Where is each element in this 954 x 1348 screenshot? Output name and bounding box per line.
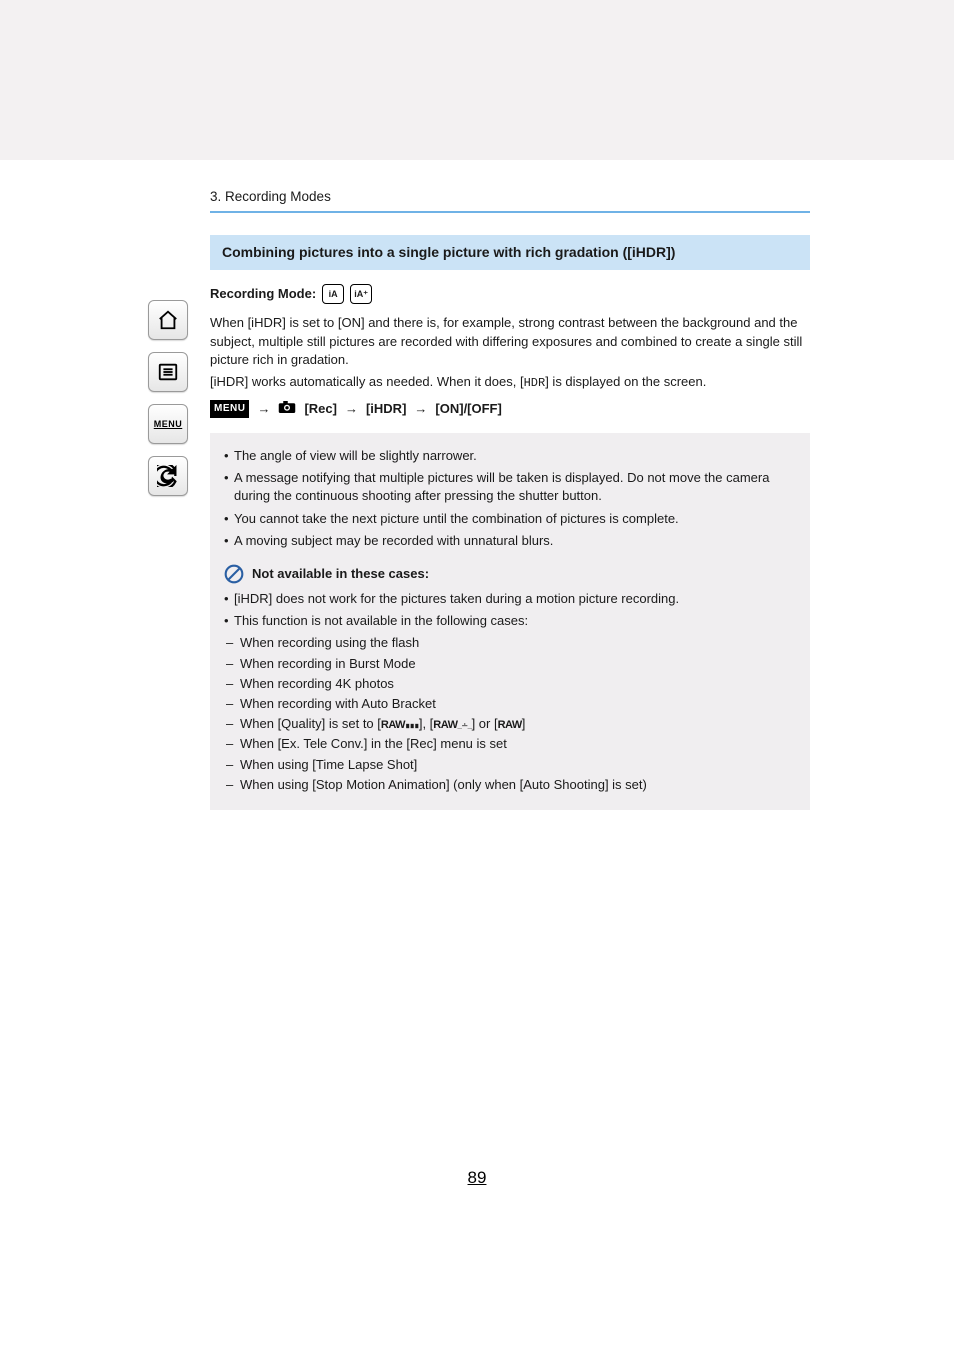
na-subitem: When recording with Auto Bracket: [226, 695, 796, 713]
section-divider: [210, 211, 810, 213]
menu-onoff: [ON]/[OFF]: [435, 400, 501, 418]
na-subitem: When using [Stop Motion Animation] (only…: [226, 776, 796, 794]
menu-rec: [Rec]: [304, 400, 337, 418]
top-background-band: [0, 0, 954, 160]
recording-mode-label: Recording Mode:: [210, 285, 316, 303]
na-subitem: When using [Time Lapse Shot]: [226, 756, 796, 774]
arrow-icon: →: [414, 400, 427, 418]
not-available-sublist: When recording using the flash When reco…: [224, 634, 796, 794]
na-subitem: When recording in Burst Mode: [226, 655, 796, 673]
intro-paragraph-1: When [iHDR] is set to [ON] and there is,…: [210, 314, 810, 369]
section-heading: Combining pictures into a single picture…: [210, 235, 810, 271]
quality-mid1: ], [: [419, 716, 433, 731]
intro-p2-b: ] is displayed on the screen.: [545, 374, 706, 389]
na-bullet: This function is not available in the fo…: [224, 612, 796, 630]
quality-suffix: ]: [522, 716, 526, 731]
na-subitem-quality: When [Quality] is set to [RAW∎∎∎], [RAW_…: [226, 715, 796, 733]
note-item: The angle of view will be slightly narro…: [224, 447, 796, 465]
toc-icon: [157, 361, 179, 383]
menu-icon: MENU: [154, 419, 183, 429]
quality-prefix: When [Quality] is set to [: [240, 716, 381, 731]
note-item: A message notifying that multiple pictur…: [224, 469, 796, 505]
side-nav: MENU: [148, 300, 192, 508]
arrow-icon: →: [257, 400, 270, 418]
notes-list: The angle of view will be slightly narro…: [224, 447, 796, 550]
intro-p2-a: [iHDR] works automatically as needed. Wh…: [210, 374, 524, 389]
home-icon: [157, 309, 179, 331]
na-subitem: When recording 4K photos: [226, 675, 796, 693]
prohibit-icon: [224, 564, 244, 584]
contents-button[interactable]: [148, 352, 188, 392]
na-subitem: When [Ex. Tele Conv.] in the [Rec] menu …: [226, 735, 796, 753]
not-available-header: Not available in these cases:: [224, 564, 796, 584]
arrow-icon: →: [345, 400, 358, 418]
hdr-glyph: HDR: [524, 376, 546, 390]
note-item: You cannot take the next picture until t…: [224, 510, 796, 528]
not-available-title: Not available in these cases:: [252, 565, 429, 583]
na-subitem: When recording using the flash: [226, 634, 796, 652]
menu-button[interactable]: MENU: [148, 404, 188, 444]
menu-badge: MENU: [210, 400, 249, 418]
mode-icon-ia: iA: [322, 284, 344, 304]
intro-paragraph-2: [iHDR] works automatically as needed. Wh…: [210, 373, 810, 392]
raw-glyph-3: RAW: [498, 719, 522, 731]
notes-box: The angle of view will be slightly narro…: [210, 433, 810, 810]
page-number[interactable]: 89: [0, 1168, 954, 1188]
mode-icon-ia-plus: iA⁺: [350, 284, 372, 304]
camera-icon: [278, 400, 296, 419]
recording-mode-row: Recording Mode: iA iA⁺: [210, 284, 810, 304]
breadcrumb: 3. Recording Modes: [210, 188, 810, 207]
menu-path: MENU → [Rec] → [iHDR] → [ON]/[OFF]: [210, 400, 810, 419]
home-button[interactable]: [148, 300, 188, 340]
na-bullet: [iHDR] does not work for the pictures ta…: [224, 590, 796, 608]
back-icon: [157, 465, 179, 487]
back-button[interactable]: [148, 456, 188, 496]
raw-glyph-2: RAW_∸_: [433, 719, 471, 731]
raw-glyph-1: RAW∎∎∎: [381, 719, 419, 731]
page-content: 3. Recording Modes Combining pictures in…: [210, 188, 810, 810]
quality-mid2: ] or [: [472, 716, 498, 731]
note-item: A moving subject may be recorded with un…: [224, 532, 796, 550]
not-available-list: [iHDR] does not work for the pictures ta…: [224, 590, 796, 630]
menu-ihdr: [iHDR]: [366, 400, 406, 418]
